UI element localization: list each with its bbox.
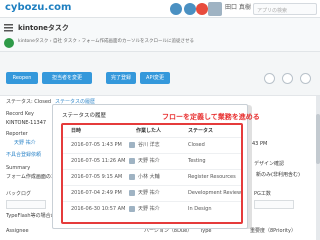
table-row: 2016-06-30 10:57 AM 天野 祐介 In Design — [63, 201, 241, 217]
row-date: 2016-07-05 11:26 AM — [71, 158, 126, 164]
pg-field[interactable] — [254, 200, 294, 209]
status-label: ステータス: Closed — [6, 99, 52, 105]
row-user[interactable]: 小林 大輔 — [138, 175, 160, 180]
annotation-banner: フローを定義して業務を進める — [162, 113, 260, 121]
complete-button[interactable]: 完了登録 — [106, 72, 136, 84]
type-label: Type — [200, 228, 212, 234]
design-label: デザイン確認 — [254, 161, 285, 167]
user-avatar — [129, 174, 135, 180]
record-key-label: Record Key — [6, 111, 34, 117]
related-link[interactable]: 不具合登録依頼 — [6, 153, 41, 158]
user-avatar — [129, 206, 135, 212]
toolbar: Reopen 担当者を変更 完了登録 API変更 — [0, 52, 320, 96]
assignee-label: Assignee — [6, 228, 29, 234]
notification-icon[interactable] — [196, 3, 208, 15]
row-date: 2016-06-30 10:57 AM — [71, 206, 126, 212]
options-icon[interactable] — [300, 73, 311, 84]
add-icon[interactable] — [264, 73, 275, 84]
row-date: 2016-07-05 9:15 AM — [71, 174, 123, 180]
backlog-field[interactable] — [6, 200, 46, 209]
priority-label: 重要度（8Priority） — [250, 228, 296, 234]
table-row: 2016-07-04 2:49 PM 天野 祐介 Development Rev… — [63, 185, 241, 201]
scrollbar-thumb[interactable] — [316, 114, 320, 164]
scrollbar[interactable] — [316, 96, 320, 240]
reporter-label: Reporter — [6, 131, 28, 137]
app-title[interactable]: kintoneタスク — [18, 25, 69, 32]
app-header: kintoneタスク kintoneタスク › 自社 タスク › フォーム作成画… — [0, 18, 320, 52]
column-header-date: 日時 — [71, 128, 82, 134]
app-icon — [4, 38, 14, 48]
search-placeholder: アプリの検索 — [257, 8, 288, 14]
summary-label: Summary — [6, 165, 31, 171]
table-row: 2016-07-05 9:15 AM 小林 大輔 Register Resour… — [63, 169, 241, 185]
pg-label: PG工数 — [254, 191, 271, 197]
column-header-user: 作業した人 — [136, 128, 162, 134]
row-date: 2016-07-04 2:49 PM — [71, 190, 122, 196]
user-avatar — [129, 158, 135, 164]
top-bar: cybozu.com 田口 真樹 アプリの検索 — [0, 0, 320, 18]
row-status: Testing — [188, 158, 206, 164]
row-status: Register Resources — [188, 174, 236, 180]
reopen-button[interactable]: Reopen — [6, 72, 38, 84]
row-status: In Design — [188, 206, 212, 212]
row-date: 2016-07-05 1:43 PM — [71, 142, 122, 148]
reporter-value[interactable]: 天野 祐介 — [14, 141, 36, 146]
row-user[interactable]: 谷川 洋志 — [138, 143, 160, 148]
version-label: バージョン（8Due） — [144, 228, 193, 234]
column-header-status: ステータス — [188, 128, 214, 134]
backlog-label: バックログ — [6, 191, 32, 197]
row-user[interactable]: 天野 祐介 — [138, 159, 160, 164]
search-input[interactable]: アプリの検索 — [253, 3, 317, 15]
avatar[interactable] — [208, 2, 222, 16]
breadcrumb[interactable]: kintoneタスク › 自社 タスク › フォーム作成画面のカーソルをスクロー… — [18, 39, 194, 45]
summary-value: フォーム作成画面のカ — [6, 174, 56, 180]
menu-icon[interactable] — [4, 24, 13, 32]
change-assignee-button[interactable]: 担当者を変更 — [42, 72, 92, 84]
user-name[interactable]: 田口 真樹 — [225, 5, 251, 11]
table-row: 2016-07-05 1:43 PM 谷川 洋志 Closed — [63, 137, 241, 153]
api-change-button[interactable]: API変更 — [140, 72, 170, 84]
table-row: 2016-07-05 11:26 AM 天野 祐介 Testing — [63, 153, 241, 169]
user-avatar — [129, 142, 135, 148]
gear-icon[interactable] — [184, 3, 196, 15]
row-user[interactable]: 天野 祐介 — [138, 207, 160, 212]
row-user[interactable]: 天野 祐介 — [138, 191, 160, 196]
record-key-value: KINTONE-11347 — [6, 120, 47, 126]
history-time: 43 PM — [252, 141, 268, 147]
edit-icon[interactable] — [282, 73, 293, 84]
logo[interactable]: cybozu.com — [5, 3, 71, 13]
row-status: Closed — [188, 142, 205, 148]
row-status: Development Review — [188, 190, 242, 196]
status-history-popup: ステータスの履歴 フローを定義して業務を進める 日時 作業した人 ステータス 2… — [52, 104, 260, 229]
popup-title: ステータスの履歴 — [62, 113, 107, 119]
user-avatar — [129, 190, 135, 196]
design-value: 新のみ(非利用含む) — [256, 172, 300, 178]
home-icon[interactable] — [170, 3, 182, 15]
